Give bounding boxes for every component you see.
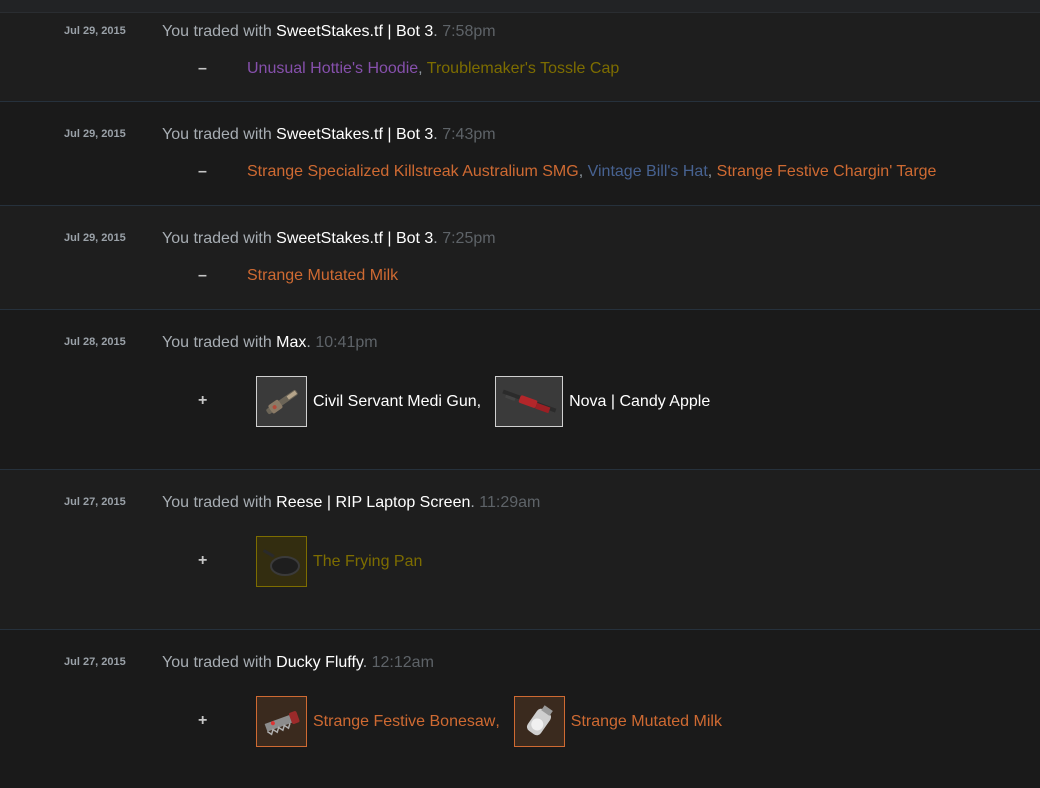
trade-prefix: You traded with (162, 654, 272, 671)
item-entry[interactable]: Civil Servant Medi Gun, (256, 376, 481, 427)
trade-date: Jul 29, 2015 (64, 232, 126, 244)
item-entry[interactable]: Strange Mutated Milk (513, 696, 722, 747)
trade-headline: You traded with Max. 10:41pm (162, 334, 378, 352)
item-entry[interactable]: Nova | Candy Apple (495, 376, 710, 427)
trade-row: Jul 27, 2015 You traded with Reese | RIP… (0, 470, 1040, 630)
item-name[interactable]: Strange Festive Bonesaw (313, 713, 495, 731)
item-name[interactable]: Troublemaker's Tossle Cap (427, 60, 619, 77)
removed-sign: – (198, 163, 207, 180)
trade-time: 7:25pm (442, 230, 496, 247)
top-strip (0, 0, 1040, 13)
removed-sign: – (198, 267, 207, 284)
comma: , (495, 712, 500, 730)
removed-sign: – (198, 60, 207, 77)
item-list: Unusual Hottie's Hoodie, Troublemaker's … (247, 60, 619, 78)
item-name[interactable]: Nova | Candy Apple (569, 393, 710, 411)
trade-headline: You traded with SweetStakes.tf | Bot 3. … (162, 126, 496, 144)
frying-pan-icon[interactable] (256, 536, 307, 587)
trade-headline: You traded with Reese | RIP Laptop Scree… (162, 494, 540, 512)
trade-date: Jul 29, 2015 (64, 25, 126, 37)
trade-prefix: You traded with (162, 230, 272, 247)
trade-partner-link[interactable]: Reese | RIP Laptop Screen (276, 494, 470, 511)
trade-date: Jul 27, 2015 (64, 496, 126, 508)
trade-date: Jul 29, 2015 (64, 128, 126, 140)
trade-prefix: You traded with (162, 334, 272, 351)
trade-partner-link[interactable]: SweetStakes.tf | Bot 3 (276, 23, 433, 40)
item-name[interactable]: Strange Mutated Milk (247, 267, 398, 284)
item-name[interactable]: Civil Servant Medi Gun (313, 393, 477, 411)
item-name[interactable]: Strange Specialized Killstreak Australiu… (247, 163, 579, 180)
trade-time: 12:12am (371, 654, 434, 671)
comma: , (418, 60, 423, 77)
trade-row: Jul 27, 2015 You traded with Ducky Fluff… (0, 630, 1040, 788)
period: . (433, 230, 438, 247)
item-entry[interactable]: The Frying Pan (256, 536, 422, 587)
added-sign: + (198, 392, 208, 409)
comma: , (476, 392, 482, 410)
trade-date: Jul 28, 2015 (64, 336, 126, 348)
item-list: Strange Festive Bonesaw, Strange Mutated… (256, 696, 736, 747)
trade-row: Jul 29, 2015 You traded with SweetStakes… (0, 13, 1040, 102)
trade-headline: You traded with SweetStakes.tf | Bot 3. … (162, 23, 496, 41)
item-list: The Frying Pan (256, 536, 436, 587)
medigun-icon[interactable] (256, 376, 307, 427)
trade-partner-link[interactable]: SweetStakes.tf | Bot 3 (276, 230, 433, 247)
added-sign: + (198, 552, 208, 569)
trade-headline: You traded with SweetStakes.tf | Bot 3. … (162, 230, 496, 248)
period: . (470, 494, 475, 511)
period: . (433, 23, 438, 40)
item-name[interactable]: The Frying Pan (313, 553, 422, 571)
item-list: Civil Servant Medi Gun, Nova | Candy App… (256, 376, 724, 427)
item-list: Strange Specialized Killstreak Australiu… (247, 163, 936, 181)
item-name[interactable]: Strange Mutated Milk (571, 713, 722, 731)
item-name[interactable]: Unusual Hottie's Hoodie (247, 60, 418, 77)
trade-prefix: You traded with (162, 126, 272, 143)
trade-date: Jul 27, 2015 (64, 656, 126, 668)
trade-partner-link[interactable]: Ducky Fluffy (276, 654, 363, 671)
shotgun-icon[interactable] (495, 376, 564, 427)
item-list: Strange Mutated Milk (247, 267, 398, 285)
comma: , (578, 163, 584, 180)
item-name[interactable]: Strange Festive Chargin' Targe (717, 163, 937, 180)
trade-prefix: You traded with (162, 494, 272, 511)
trade-headline: You traded with Ducky Fluffy. 12:12am (162, 654, 434, 672)
period: . (362, 654, 368, 671)
period: . (306, 334, 311, 351)
trade-prefix: You traded with (162, 23, 272, 40)
trade-time: 10:41pm (315, 334, 378, 351)
item-entry[interactable]: Strange Festive Bonesaw, (256, 696, 500, 747)
trade-time: 7:58pm (442, 23, 496, 40)
added-sign: + (198, 712, 208, 729)
trade-row: Jul 29, 2015 You traded with SweetStakes… (0, 206, 1040, 310)
trade-row: Jul 28, 2015 You traded with Max. 10:41p… (0, 310, 1040, 470)
trade-time: 7:43pm (442, 126, 496, 143)
comma: , (707, 163, 713, 180)
item-name[interactable]: Vintage Bill's Hat (588, 163, 708, 180)
trade-time: 11:29am (479, 494, 541, 511)
milk-jar-icon[interactable] (513, 696, 565, 747)
bonesaw-icon[interactable] (256, 696, 307, 747)
trade-partner-link[interactable]: Max (276, 334, 306, 351)
period: . (433, 126, 438, 143)
trade-partner-link[interactable]: SweetStakes.tf | Bot 3 (276, 126, 433, 143)
trade-row: Jul 29, 2015 You traded with SweetStakes… (0, 102, 1040, 206)
